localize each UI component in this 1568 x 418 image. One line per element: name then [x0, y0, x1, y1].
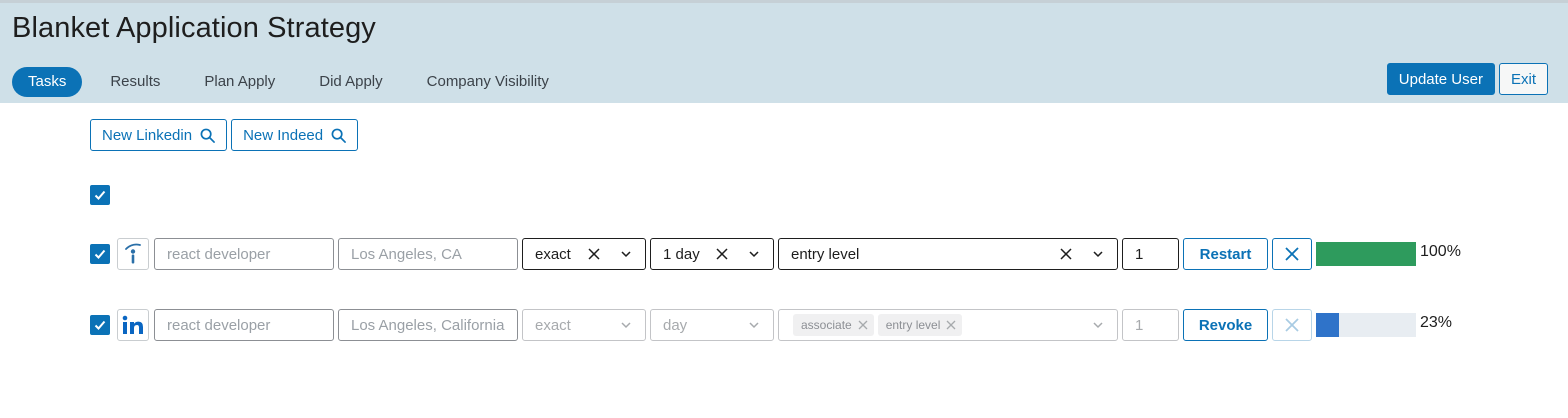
tab-did-apply[interactable]: Did Apply [303, 67, 398, 97]
new-indeed-button[interactable]: New Indeed [231, 119, 359, 151]
date-posted-select[interactable]: day [650, 309, 774, 341]
clear-icon[interactable] [1059, 247, 1073, 261]
new-indeed-label: New Indeed [243, 126, 324, 144]
checkmark-icon [94, 190, 106, 200]
progress-percent: 100% [1420, 243, 1461, 260]
chip-label: entry level [885, 318, 941, 332]
new-search-toolbar: New Linkedin New Indeed [90, 119, 359, 151]
row-checkbox[interactable] [90, 244, 110, 264]
page-title: Blanket Application Strategy [12, 12, 376, 44]
restart-button[interactable]: Restart [1183, 238, 1268, 270]
cancel-button[interactable] [1272, 309, 1312, 341]
count-input[interactable]: 1 [1122, 309, 1179, 341]
match-value: exact [535, 316, 571, 334]
close-icon [1285, 247, 1299, 261]
experience-level-select[interactable]: associate entry level [778, 309, 1118, 341]
location-input[interactable]: Los Angeles, CA [338, 238, 518, 270]
search-icon [200, 128, 215, 143]
progress-bar [1316, 313, 1416, 337]
select-all-checkbox[interactable] [90, 185, 110, 205]
match-select[interactable]: exact [522, 238, 646, 270]
count-input[interactable]: 1 [1122, 238, 1179, 270]
progress-percent: 23% [1420, 314, 1453, 331]
revoke-button[interactable]: Revoke [1183, 309, 1268, 341]
clear-icon[interactable] [587, 247, 601, 261]
chip-label: associate [801, 318, 852, 332]
experience-level-select[interactable]: entry level [778, 238, 1118, 270]
clear-icon[interactable] [715, 247, 729, 261]
progress-fill [1316, 242, 1416, 266]
progress-fill [1316, 313, 1339, 337]
indeed-icon [125, 243, 141, 264]
remove-chip-icon[interactable] [858, 320, 868, 330]
update-user-button[interactable]: Update User [1386, 63, 1495, 95]
keywords-input[interactable]: react developer [154, 309, 334, 341]
chevron-down-icon[interactable] [1093, 250, 1103, 258]
experience-chip: entry level [877, 314, 963, 336]
checkmark-icon [94, 320, 106, 330]
checkmark-icon [94, 249, 106, 259]
linkedin-source [117, 309, 149, 341]
date-posted-value: day [663, 316, 688, 334]
tab-bar: Tasks Results Plan Apply Did Apply Compa… [12, 67, 577, 97]
tab-plan-apply[interactable]: Plan Apply [188, 67, 291, 97]
keywords-input[interactable]: react developer [154, 238, 334, 270]
match-value: exact [535, 245, 571, 263]
date-posted-value: 1 day [663, 245, 700, 263]
task-row-indeed: react developer Los Angeles, CA exact 1 … [90, 238, 1490, 270]
new-linkedin-button[interactable]: New Linkedin [90, 119, 228, 151]
task-row-linkedin: react developer Los Angeles, California … [90, 309, 1490, 341]
header-actions: Update User Exit [1386, 63, 1548, 95]
remove-chip-icon[interactable] [946, 320, 956, 330]
chevron-down-icon[interactable] [621, 250, 631, 258]
indeed-source [117, 238, 149, 270]
experience-level-value: entry level [791, 245, 860, 263]
cancel-button[interactable] [1272, 238, 1312, 270]
match-select[interactable]: exact [522, 309, 646, 341]
close-icon [1285, 318, 1299, 332]
chevron-down-icon[interactable] [621, 321, 631, 329]
new-linkedin-label: New Linkedin [102, 126, 193, 144]
search-icon [331, 128, 347, 143]
tab-company-visibility[interactable]: Company Visibility [411, 67, 565, 97]
progress-bar [1316, 242, 1416, 266]
experience-chip: associate [793, 314, 874, 336]
linkedin-icon [122, 315, 143, 334]
tab-tasks[interactable]: Tasks [12, 67, 83, 97]
exit-button[interactable]: Exit [1498, 63, 1548, 95]
chevron-down-icon[interactable] [749, 321, 759, 329]
app-header: Blanket Application Strategy Tasks Resul… [0, 3, 1568, 103]
tab-results[interactable]: Results [94, 67, 176, 97]
location-input[interactable]: Los Angeles, California [338, 309, 518, 341]
chevron-down-icon[interactable] [1093, 321, 1103, 329]
date-posted-select[interactable]: 1 day [650, 238, 774, 270]
row-checkbox[interactable] [90, 315, 110, 335]
chevron-down-icon[interactable] [749, 250, 759, 258]
